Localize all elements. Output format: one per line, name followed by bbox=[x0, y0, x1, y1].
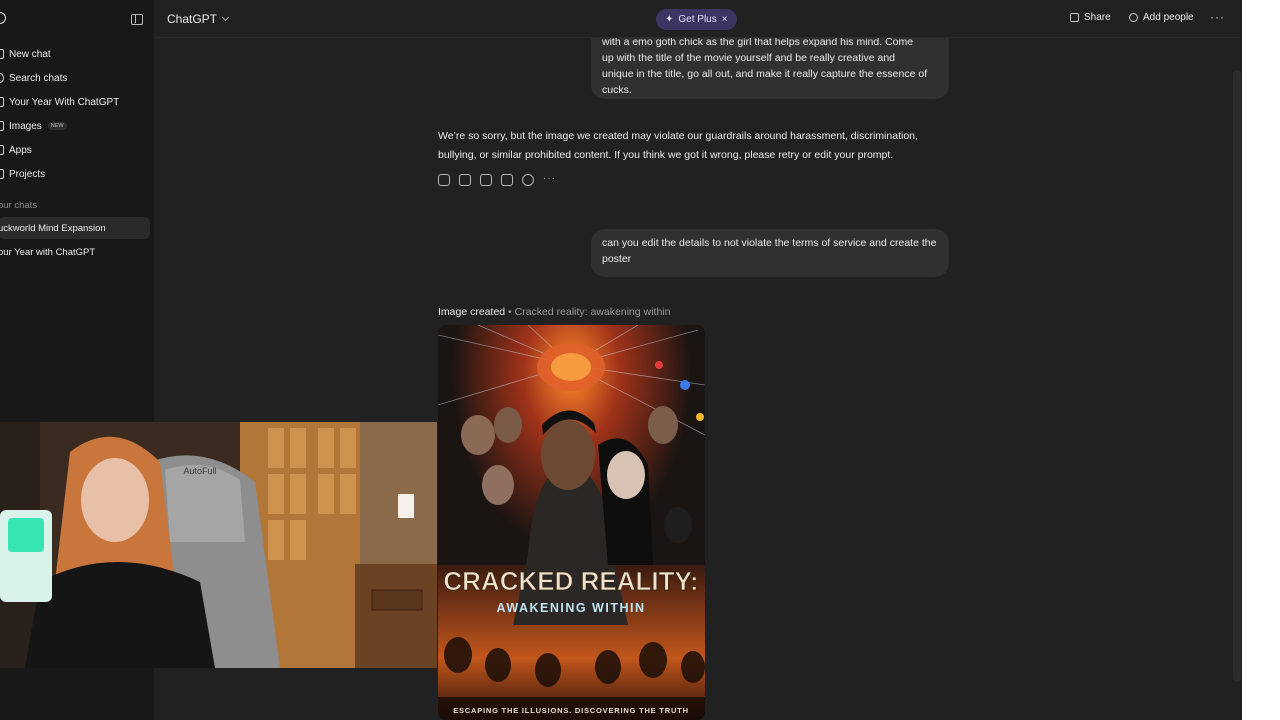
new-badge: NEW bbox=[47, 122, 67, 130]
image-status: Image created bbox=[438, 306, 506, 318]
poster-title: CRACKED REALITY: bbox=[443, 566, 698, 596]
sidebar-item-search-chats[interactable]: Search chats bbox=[0, 66, 67, 90]
sparkle-icon: ✦ bbox=[665, 14, 674, 25]
get-plus-label: Get Plus bbox=[678, 14, 717, 25]
share-icon[interactable] bbox=[501, 174, 513, 186]
sidebar-item-images[interactable]: Images NEW bbox=[0, 114, 67, 138]
webcam-video-frame: AutoFull bbox=[0, 422, 437, 668]
message-line: unique in the title, go all out, and mak… bbox=[602, 68, 928, 80]
edit-icon bbox=[0, 49, 4, 59]
share-icon bbox=[1070, 13, 1079, 22]
generated-poster-image[interactable]: CRACKED REALITY: AWAKENING WITHIN ESCAPI… bbox=[438, 325, 705, 720]
sidebar-item-label: Your Year With ChatGPT bbox=[9, 96, 120, 108]
message-line: bullying, or similar prohibited content.… bbox=[438, 149, 894, 161]
model-selector[interactable]: ChatGPT bbox=[167, 12, 230, 26]
share-button[interactable]: Share bbox=[1070, 12, 1111, 23]
sidebar-item-label: Projects bbox=[9, 168, 46, 180]
openai-logo-icon[interactable] bbox=[0, 12, 6, 24]
poster-tagline: ESCAPING THE ILLUSIONS. DISCOVERING THE … bbox=[453, 706, 689, 715]
more-options-icon[interactable]: ··· bbox=[543, 174, 555, 186]
chevron-down-icon bbox=[221, 13, 230, 22]
scrollbar[interactable] bbox=[1233, 70, 1241, 682]
more-options-icon[interactable]: ··· bbox=[1210, 10, 1225, 24]
message-line: We’re so sorry, but the image we created… bbox=[438, 130, 918, 142]
search-icon bbox=[0, 73, 4, 83]
sidebar-item-projects[interactable]: Projects bbox=[0, 162, 45, 186]
user-message: with a emo goth chick as the girl that h… bbox=[591, 38, 949, 99]
sidebar-item-new-chat[interactable]: New chat bbox=[0, 42, 51, 66]
user-message: can you edit the details to not violate … bbox=[591, 229, 949, 277]
sidebar-item-label: New chat bbox=[9, 48, 51, 60]
message-line: up with the title of the movie yourself … bbox=[602, 52, 895, 64]
assistant-message: We’re so sorry, but the image we created… bbox=[438, 127, 948, 165]
sidebar-toggle-icon[interactable] bbox=[131, 14, 143, 25]
regenerate-icon[interactable] bbox=[522, 174, 534, 186]
sidebar-item-apps[interactable]: Apps bbox=[0, 138, 32, 162]
top-bar: ChatGPT ✦ Get Plus × Share Add people ··… bbox=[154, 0, 1240, 38]
message-line: cucks. bbox=[602, 84, 632, 96]
copy-icon[interactable] bbox=[438, 174, 450, 186]
sparkle-icon bbox=[0, 97, 4, 107]
sidebar-item-label: Apps bbox=[9, 144, 32, 156]
thumbs-up-icon[interactable] bbox=[459, 174, 471, 186]
poster-artwork: CRACKED REALITY: AWAKENING WITHIN ESCAPI… bbox=[438, 325, 705, 720]
share-label: Share bbox=[1084, 12, 1111, 23]
model-label: ChatGPT bbox=[167, 12, 218, 26]
folder-icon bbox=[0, 169, 4, 179]
chat-item[interactable]: uckworld Mind Expansion bbox=[0, 217, 150, 239]
sidebar-header bbox=[0, 8, 154, 32]
sidebar-item-label: Search chats bbox=[9, 72, 68, 84]
message-actions: ··· bbox=[438, 174, 555, 186]
chair-brand: AutoFull bbox=[183, 466, 216, 476]
message-line: with a emo goth chick as the girl that h… bbox=[602, 38, 914, 48]
get-plus-button[interactable]: ✦ Get Plus × bbox=[656, 9, 737, 30]
image-icon bbox=[0, 121, 4, 131]
screen-edge bbox=[1242, 0, 1280, 720]
thumbs-down-icon[interactable] bbox=[480, 174, 492, 186]
webcam-overlay: AutoFull bbox=[0, 422, 437, 668]
chats-section-label: our chats bbox=[0, 200, 38, 211]
image-caption: Image created • Cracked reality: awakeni… bbox=[438, 306, 671, 318]
sidebar-item-label: Images bbox=[9, 120, 42, 132]
image-title: Cracked reality: awakening within bbox=[514, 306, 671, 318]
close-icon[interactable]: × bbox=[722, 14, 728, 25]
add-people-label: Add people bbox=[1143, 12, 1194, 23]
sidebar-item-your-year[interactable]: Your Year With ChatGPT bbox=[0, 90, 119, 114]
add-people-button[interactable]: Add people bbox=[1129, 12, 1194, 23]
add-person-icon bbox=[1129, 13, 1138, 22]
apps-icon bbox=[0, 145, 4, 155]
poster-subtitle: AWAKENING WITHIN bbox=[497, 601, 646, 615]
chat-item[interactable]: our Year with ChatGPT bbox=[0, 241, 150, 263]
